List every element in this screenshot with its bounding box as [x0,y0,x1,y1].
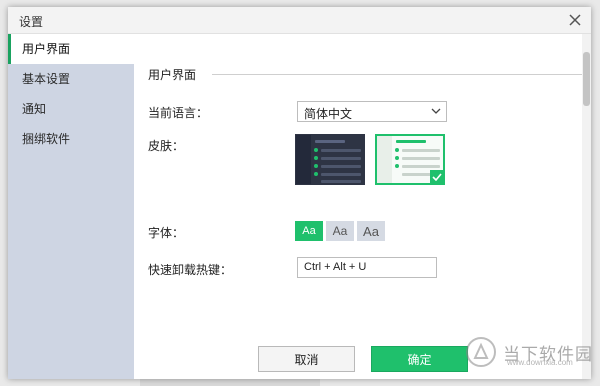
watermark-logo-icon [466,337,496,367]
font-option-label: Aa [332,224,348,238]
sidebar-item-user-interface[interactable]: 用户界面 [8,34,134,64]
close-button[interactable] [566,11,584,29]
font-option-small[interactable]: Aa [295,221,323,241]
skin-label: 皮肤： [148,139,185,153]
sidebar-item-bundled-software[interactable]: 捆绑软件 [8,124,134,154]
skin-dark-thumbnail[interactable] [295,134,365,185]
skin-dark-dot [314,172,318,176]
skin-dark-row [315,140,345,143]
skin-light-row [402,165,440,168]
hotkey-label: 快速卸载热键： [148,263,233,277]
skin-dark-dot [314,164,318,168]
language-label: 当前语言： [148,106,209,120]
title-bar: 设置 [8,7,591,34]
chevron-down-icon [431,108,441,114]
sidebar-item-notifications[interactable]: 通知 [8,94,134,124]
background-row [140,378,320,386]
skin-dark-sidebar [296,135,311,184]
close-icon [569,14,581,26]
settings-content: 用户界面 当前语言： 简体中文 皮肤： 字体： Aa Aa Aa 快速卸载热键：… [134,34,591,379]
font-option-label: Aa [302,225,316,237]
skin-dark-row [321,173,361,176]
skin-light-row [396,140,426,143]
hotkey-input[interactable]: Ctrl + Alt + U [297,257,437,278]
language-value: 简体中文 [304,107,353,121]
skin-light-dot [395,156,399,160]
checkmark-icon [432,173,442,181]
selected-check-badge [430,170,444,184]
sidebar-item-label: 通知 [22,102,47,116]
skin-dark-row [321,157,361,160]
sidebar-item-basic-settings[interactable]: 基本设置 [8,64,134,94]
section-title: 用户界面 [148,68,197,82]
skin-dark-row [321,149,361,152]
skin-light-thumbnail[interactable] [375,134,445,185]
skin-light-sidebar [377,136,392,183]
font-option-large[interactable]: Aa [357,221,385,241]
sidebar-item-label: 基本设置 [22,72,71,86]
font-label: 字体： [148,226,185,240]
ok-button-label: 确定 [407,352,432,367]
vertical-scrollbar[interactable] [582,34,591,379]
skin-light-dot [395,164,399,168]
watermark: 当下软件园 www.downxia.com [465,335,595,369]
cancel-button[interactable]: 取消 [258,346,355,372]
sidebar-item-label: 用户界面 [22,42,71,56]
scrollbar-thumb[interactable] [583,52,590,106]
hotkey-value: Ctrl + Alt + U [304,261,367,273]
ok-button[interactable]: 确定 [371,346,468,372]
section-divider [212,74,582,75]
skin-light-row [402,149,440,152]
skin-dark-row [321,165,361,168]
settings-sidebar: 用户界面 基本设置 通知 捆绑软件 [8,34,134,379]
skin-dark-dot [314,156,318,160]
settings-dialog: 设置 用户界面 基本设置 通知 捆绑软件 用户界面 当前语言： 简体中文 皮肤：… [8,7,591,379]
dialog-title: 设置 [19,15,44,29]
font-option-medium[interactable]: Aa [326,221,354,241]
language-select[interactable]: 简体中文 [297,101,447,122]
cancel-button-label: 取消 [294,352,319,367]
font-option-label: Aa [363,223,379,239]
skin-light-row [402,173,432,176]
skin-light-dot [395,148,399,152]
watermark-subtext: www.downxia.com [507,358,573,367]
skin-dark-dot [314,148,318,152]
skin-light-row [402,157,440,160]
skin-dark-row [321,180,361,183]
sidebar-item-label: 捆绑软件 [22,132,71,146]
